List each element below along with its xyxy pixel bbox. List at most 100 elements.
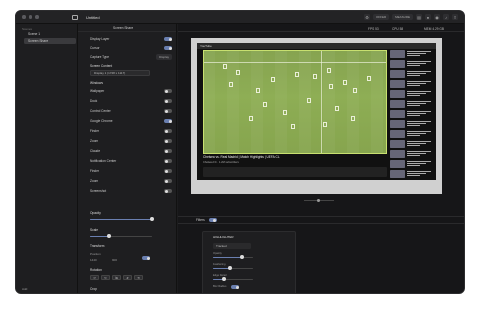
recommendation-item[interactable] [390,50,434,58]
sidebar-item-scene-1[interactable]: Scene 1 [24,31,76,37]
screen-select[interactable]: Display 1 (1728 x 1117) [90,70,150,76]
window-toggle[interactable] [164,89,172,93]
window-toggle[interactable] [164,139,172,143]
window-toggle[interactable] [164,99,172,103]
toolbar-pill-offer[interactable]: OFFER [372,14,390,20]
filter-mode-select[interactable]: Tracked [213,243,251,249]
reset-icon[interactable]: ⟲ [134,275,143,280]
preview-area: FPS 53 CPU 58 MEM 4.29 GB YouTube Chelse… [178,24,464,293]
display-layer-toggle[interactable] [164,37,172,41]
window-toggle[interactable] [164,119,172,123]
window-row: Screenshot [86,188,172,194]
window-label: Wallpaper [90,89,105,93]
sidebar-toggle-icon[interactable] [72,15,78,20]
display-layer-label: Display Layer [90,37,110,41]
y-value[interactable]: 900 [112,258,117,262]
window-row: Claude [86,148,172,154]
thumbnail [390,170,405,178]
sidebar-item-label: Scene 1 [28,32,41,36]
rotate-left-icon[interactable]: ↺ [90,275,99,280]
window-label: Finder [90,169,100,173]
add-scene-button[interactable]: Add [22,287,27,291]
recommendation-item[interactable] [390,140,434,148]
filter-edge-slider[interactable] [213,277,253,282]
window-toggle[interactable] [164,169,172,173]
filter-feathering-label: Feathering [213,263,226,266]
transform-label: Transform [90,244,105,248]
highlight-overlay [203,50,387,154]
scale-slider[interactable] [90,234,152,239]
recommendation-item[interactable] [390,110,434,118]
thumbnail [390,50,405,58]
sidebar-item-label: Screen Share [28,39,49,43]
recommendation-item[interactable] [390,150,434,158]
filter-opacity-slider[interactable] [213,255,253,260]
window-toggle[interactable] [164,189,172,193]
stream-icon[interactable]: ◉ [434,14,440,20]
thumbnail [390,130,405,138]
record-icon[interactable]: ● [425,14,431,20]
x-value[interactable]: 1440 [90,258,97,262]
rotate-right-icon[interactable]: ↻ [101,275,110,280]
cursor-row: Cursor [86,45,172,51]
rotation-label: Rotation [90,268,102,272]
gear-icon[interactable]: ⚙ [363,14,370,20]
recommendation-item[interactable] [390,90,434,98]
filter-opacity-label: Opacity [213,252,222,255]
rec-text [406,60,435,68]
thumbnail [390,120,405,128]
recommendation-item[interactable] [390,100,434,108]
window-row: Wallpaper [86,88,172,94]
recommendation-item[interactable] [390,130,434,138]
mic-icon[interactable]: ♪ [443,14,449,20]
timeline-scrubber[interactable] [304,199,334,202]
toolbar-pill-measure[interactable]: MEASURE [392,14,413,20]
window-row: Dock [86,98,172,104]
recommendations-list [390,50,434,178]
recommendation-item[interactable] [390,60,434,68]
window-label: Dock [90,99,98,103]
window-toggle[interactable] [164,159,172,163]
layout-icon[interactable]: ▤ [416,14,422,20]
rec-text [406,130,435,138]
captured-screen: YouTube Chelsea vs. Real Madrid | Match … [197,43,436,180]
flip-h-icon[interactable]: ⇋ [112,275,121,280]
display-layer-row: Display Layer [86,36,172,42]
flip-v-icon[interactable]: ⇵ [123,275,132,280]
source-panel: Screen Share Display Layer Cursor Captur… [78,24,177,293]
zoom-window-button[interactable] [35,15,39,19]
scale-label: Scale [90,228,98,232]
recommendation-item[interactable] [390,70,434,78]
transform-toggle[interactable] [142,256,150,260]
video-frame[interactable] [203,50,387,154]
position-label: Position [90,252,101,256]
preview-canvas[interactable]: YouTube Chelsea vs. Real Madrid | Match … [191,38,442,194]
capture-type-select[interactable]: Display [156,54,172,60]
share-icon[interactable]: ⇪ [452,14,458,20]
rec-text [406,120,435,128]
window-toggle[interactable] [164,149,172,153]
window-row: Google Chrome [86,118,172,124]
mem-stat: MEM 4.29 GB [424,26,445,31]
recommendation-item[interactable] [390,160,434,168]
recommendation-item[interactable] [390,80,434,88]
recommendation-item[interactable] [390,170,434,178]
filter-blur-label: Blur Radius [213,285,227,288]
window-toggle[interactable] [164,179,172,183]
window-label: Control Center [90,109,111,113]
filter-feathering-slider[interactable] [213,266,253,271]
cursor-toggle[interactable] [164,46,172,50]
video-description [203,167,387,177]
rec-text [406,70,435,78]
sidebar-item-screen-share[interactable]: Screen Share [24,38,76,44]
window-toggle[interactable] [164,109,172,113]
recommendation-item[interactable] [390,120,434,128]
close-window-button[interactable] [22,15,26,19]
rec-text [406,140,435,148]
minimize-window-button[interactable] [28,15,32,19]
filters-toggle[interactable] [208,218,217,222]
opacity-slider[interactable] [90,217,154,222]
rec-text [406,50,435,58]
filter-blur-toggle[interactable] [231,285,239,289]
window-toggle[interactable] [164,129,172,133]
